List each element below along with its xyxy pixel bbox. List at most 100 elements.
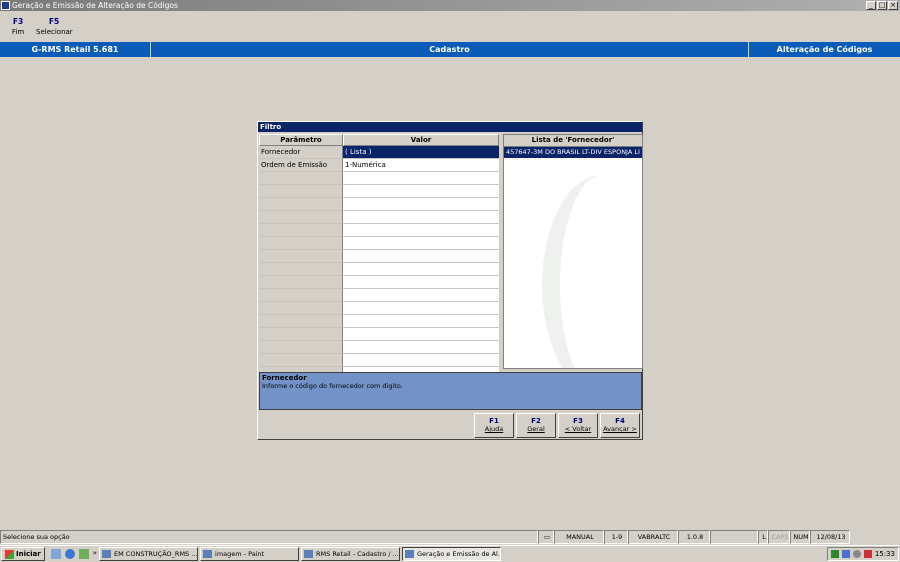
- value-cell[interactable]: [343, 224, 499, 237]
- function-key-bar: F3 Fim F5 Selecionar: [0, 14, 73, 40]
- grid-row-empty[interactable]: [259, 185, 499, 198]
- fkey-key: F3: [12, 17, 24, 26]
- grid-row-empty[interactable]: [259, 224, 499, 237]
- button-key: F2: [531, 417, 541, 425]
- grid-row-empty[interactable]: [259, 341, 499, 354]
- value-cell[interactable]: [343, 237, 499, 250]
- tray-network-icon[interactable]: [841, 550, 850, 558]
- value-cell[interactable]: [343, 302, 499, 315]
- list-item[interactable]: 457647-3M DO BRASIL LT-DIV ESPONJA LI: [504, 147, 642, 158]
- list-header: Lista de 'Fornecedor': [504, 135, 642, 147]
- button-label: Ajuda: [484, 425, 504, 433]
- value-cell[interactable]: [343, 250, 499, 263]
- value-cell[interactable]: [343, 198, 499, 211]
- value-cell[interactable]: 1-Numérica: [343, 159, 499, 172]
- param-cell: [259, 224, 343, 237]
- param-cell: [259, 302, 343, 315]
- grid-row-empty[interactable]: [259, 328, 499, 341]
- param-cell: [259, 289, 343, 302]
- grid-row-ordem-emissao[interactable]: Ordem de Emissão 1-Numérica: [259, 159, 499, 172]
- value-cell[interactable]: [343, 315, 499, 328]
- param-cell: Ordem de Emissão: [259, 159, 343, 172]
- status-version: 1.0.8: [678, 530, 710, 544]
- value-cell[interactable]: [343, 185, 499, 198]
- tray-green-icon[interactable]: [830, 550, 839, 558]
- status-mode: MANUAL: [554, 530, 604, 544]
- grid-row-empty[interactable]: [259, 237, 499, 250]
- value-cell[interactable]: [343, 211, 499, 224]
- grid-row-empty[interactable]: [259, 250, 499, 263]
- value-cell[interactable]: [343, 276, 499, 289]
- help-description: Informe o código do fornecedor com digit…: [262, 382, 403, 390]
- param-cell: [259, 172, 343, 185]
- button-key: F3: [573, 417, 583, 425]
- grid-row-empty[interactable]: [259, 354, 499, 367]
- status-date: 12/08/13: [810, 530, 850, 544]
- button-label: Geral: [527, 425, 545, 433]
- explorer-icon[interactable]: [78, 549, 89, 559]
- task-rms-cadastro[interactable]: RMS Retail - Cadastro / ...: [301, 547, 401, 561]
- grid-row-empty[interactable]: [259, 315, 499, 328]
- button-key: F1: [489, 417, 499, 425]
- grid-row-empty[interactable]: [259, 263, 499, 276]
- taskbar: Iniciar » EM CONSTRUÇÃO_RMS ... imagem -…: [0, 545, 900, 562]
- value-cell[interactable]: [343, 354, 499, 367]
- screen-name: Alteração de Códigos: [776, 45, 873, 54]
- param-cell: [259, 328, 343, 341]
- fkey-key: F5: [48, 17, 60, 26]
- status-num: NUM: [790, 530, 810, 544]
- task-paint[interactable]: imagem - Paint: [200, 547, 300, 561]
- watermark-decoration: [542, 175, 642, 368]
- button-key: F4: [615, 417, 625, 425]
- grid-row-fornecedor[interactable]: Fornecedor ( Lista ): [259, 146, 499, 159]
- maximize-button[interactable]: □: [877, 1, 887, 10]
- status-caps: CAPS: [768, 530, 790, 544]
- voltar-button[interactable]: F3 < Voltar: [558, 413, 598, 438]
- grid-row-empty[interactable]: [259, 211, 499, 224]
- minimize-button[interactable]: _: [866, 1, 876, 10]
- param-cell: [259, 341, 343, 354]
- ajuda-button[interactable]: F1 Ajuda: [474, 413, 514, 438]
- grid-row-empty[interactable]: [259, 172, 499, 185]
- param-cell: [259, 185, 343, 198]
- module-name: Cadastro: [151, 42, 749, 57]
- windows-logo-icon: [5, 549, 14, 559]
- status-l: L: [758, 530, 768, 544]
- help-title: Fornecedor: [262, 374, 307, 382]
- browser-icon[interactable]: [64, 549, 75, 559]
- value-cell[interactable]: ( Lista ): [343, 146, 499, 159]
- value-cell[interactable]: [343, 289, 499, 302]
- chevron-icon[interactable]: »: [93, 549, 97, 559]
- tray-app-icon[interactable]: [863, 550, 872, 558]
- param-cell: [259, 263, 343, 276]
- value-cell[interactable]: [343, 341, 499, 354]
- value-cell[interactable]: [343, 328, 499, 341]
- fornecedor-list[interactable]: Lista de 'Fornecedor' 457647-3M DO BRASI…: [503, 134, 643, 369]
- module-bar: G-RMS Retail 5.681 Cadastro Alteração de…: [0, 42, 900, 57]
- task-geracao-emissao[interactable]: Geração e Emissão de Al...: [402, 547, 502, 561]
- start-label: Iniciar: [16, 550, 41, 558]
- task-em-construcao[interactable]: EM CONSTRUÇÃO_RMS ...: [99, 547, 199, 561]
- fkey-fim-button[interactable]: F3 Fim: [0, 14, 36, 40]
- close-button[interactable]: ×: [888, 1, 898, 10]
- geral-button[interactable]: F2 Geral: [516, 413, 556, 438]
- window-titlebar: Geração e Emissão de Alteração de Código…: [0, 0, 900, 11]
- fkey-label: Fim: [11, 28, 25, 36]
- tray-volume-icon[interactable]: [852, 550, 861, 558]
- grid-row-empty[interactable]: [259, 289, 499, 302]
- window-title: Geração e Emissão de Alteração de Código…: [12, 1, 178, 10]
- param-cell: [259, 211, 343, 224]
- grid-row-empty[interactable]: [259, 198, 499, 211]
- avancar-button[interactable]: F4 Avançar >: [600, 413, 640, 438]
- desktop-icon[interactable]: [50, 549, 61, 559]
- value-cell[interactable]: [343, 263, 499, 276]
- value-cell[interactable]: [343, 172, 499, 185]
- grid-row-empty[interactable]: [259, 302, 499, 315]
- value-column-header: Valor: [343, 134, 499, 146]
- start-button[interactable]: Iniciar: [1, 547, 45, 561]
- param-cell: [259, 354, 343, 367]
- clock: 15:33: [874, 550, 895, 558]
- fkey-selecionar-button[interactable]: F5 Selecionar: [36, 14, 73, 40]
- status-program: VABRALTC: [628, 530, 678, 544]
- grid-row-empty[interactable]: [259, 276, 499, 289]
